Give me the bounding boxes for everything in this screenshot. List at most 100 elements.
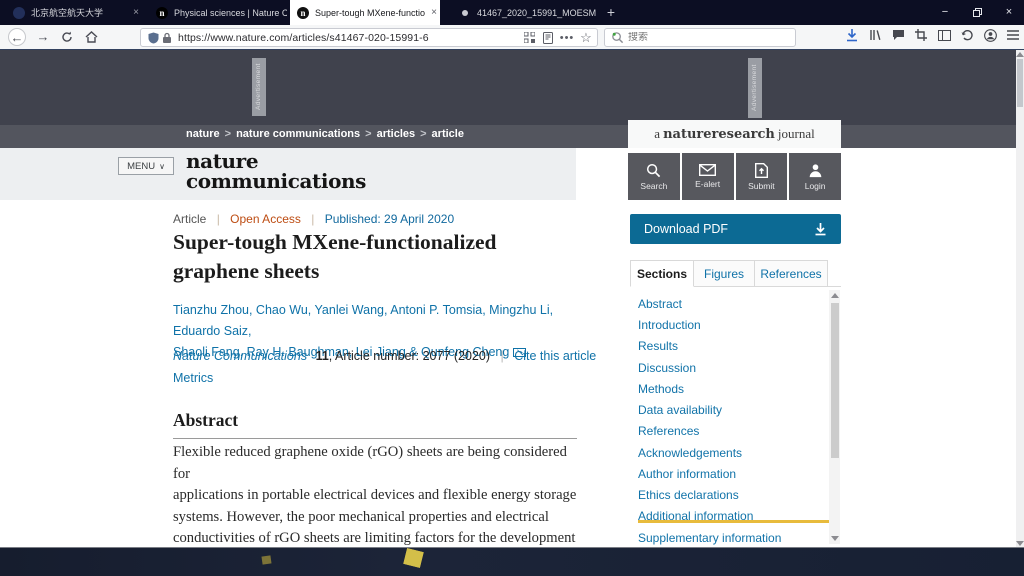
e-alert-button-label: E-alert [695,179,720,189]
window-minimize-button[interactable]: − [930,0,960,25]
advertisement-strip-right[interactable]: Advertisement [748,58,762,118]
section-link-acknowledgements[interactable]: Acknowledgements [638,446,742,460]
abstract-line: applications in portable electrical devi… [173,485,585,507]
search-input[interactable] [628,32,768,43]
page-actions-icon[interactable]: ••• [560,31,574,45]
tab-references[interactable]: References [755,260,828,287]
breadcrumb-separator: > [420,128,426,140]
breadcrumb-link-nature[interactable]: nature [186,128,220,140]
cite-this-article-link[interactable]: Cite this article [514,349,596,363]
e-alert-button[interactable]: E-alert [682,153,734,200]
undo-history-icon[interactable] [960,28,974,42]
scrollbar-thumb[interactable] [1017,59,1023,107]
search-button[interactable]: Search [628,153,680,200]
nature-communications-logo[interactable]: nature communications [186,151,366,191]
browser-tab-buaa[interactable]: 北京航空航天大学 × [6,0,146,25]
section-link-introduction[interactable]: Introduction [638,318,701,332]
section-link-methods[interactable]: Methods [638,382,684,396]
breadcrumb-link-article[interactable]: article [432,128,464,140]
menu-hamburger-icon[interactable] [1006,28,1020,42]
advertisement-strip-left[interactable]: Advertisement [252,58,266,116]
screenshot-crop-icon[interactable] [914,28,928,42]
breadcrumb-link-nature-communications[interactable]: nature communications [236,128,360,140]
chevron-down-icon: ∨ [159,162,165,171]
section-link-supplementary-information[interactable]: Supplementary information [638,531,781,545]
submit-button[interactable]: Submit [736,153,788,200]
person-icon [808,163,823,178]
metrics-link[interactable]: Metrics [173,371,213,385]
scroll-up-arrow[interactable] [1016,52,1024,57]
breadcrumb: nature>nature communications>articles>ar… [186,128,464,140]
sections-list: Abstract Introduction Results Discussion… [638,290,824,546]
abstract-text: Flexible reduced graphene oxide (rGO) sh… [173,442,585,548]
tracking-shield-icon[interactable] [146,31,160,45]
logo-line1: nature [186,151,366,171]
menu-button[interactable]: MENU ∨ [118,157,174,175]
reader-mode-icon[interactable] [541,31,555,45]
section-link-ethics-declarations[interactable]: Ethics declarations [638,488,739,502]
downloads-icon[interactable] [845,28,859,42]
back-button[interactable]: ← [8,28,26,46]
page-viewport: Advertisement Advertisement nature > natur… [0,50,1024,548]
tab-close-icon[interactable]: × [431,7,437,18]
page-scrollbar[interactable] [1016,50,1024,548]
tab-close-icon[interactable]: × [133,7,139,18]
nature-favicon: n [297,7,309,19]
url-text[interactable]: https://www.nature.com/articles/s41467-0… [178,32,429,44]
account-icon[interactable] [983,28,997,42]
banner-prefix: a [654,126,660,142]
breadcrumb-link-articles[interactable]: articles [377,128,416,140]
section-link-results[interactable]: Results [638,339,678,353]
article-title: Super-tough MXene-functionalized graphen… [173,228,593,286]
banner-suffix: journal [778,126,815,142]
section-link-discussion[interactable]: Discussion [638,361,696,375]
browser-tab-physical-sciences[interactable]: n Physical sciences | Nature Co × [149,0,287,25]
scroll-down-arrow[interactable] [1016,541,1024,546]
sidebar-toggle-icon[interactable] [937,28,951,42]
sections-scrollbar[interactable] [829,290,840,544]
abstract-line: conductivities of rGO sheets are limitin… [173,528,585,548]
scroll-up-arrow[interactable] [831,293,839,298]
tab-figures[interactable]: Figures [694,260,755,287]
login-button[interactable]: Login [789,153,841,200]
window-close-button[interactable]: × [994,0,1024,25]
journal-link[interactable]: Nature Communications [173,349,307,363]
browser-tab-active-article[interactable]: n Super-tough MXene-functio × [290,0,440,25]
section-link-abstract[interactable]: Abstract [638,297,682,311]
qr-scan-icon[interactable] [522,31,536,45]
messages-icon[interactable] [891,28,905,42]
section-link-references[interactable]: References [638,424,699,438]
open-access-label: Open Access [230,212,301,226]
bookmark-star-icon[interactable]: ☆ [579,31,593,45]
search-icon [646,163,661,178]
forward-button[interactable]: → [34,28,52,46]
section-link-data-availability[interactable]: Data availability [638,403,722,417]
citation-line: Nature Communications 11, Article number… [173,349,596,363]
breadcrumb-separator: > [225,128,231,140]
browser-toolbar: ← → https://www.nature.com/articles/s414… [0,25,1024,50]
search-bar[interactable] [604,28,796,47]
lock-icon[interactable] [160,31,174,45]
reload-button[interactable] [58,28,76,46]
meta-separator: | [217,212,220,226]
window-restore-button[interactable] [962,0,992,25]
search-button-label: Search [640,181,667,191]
site-header-dark-band [0,50,1016,125]
new-tab-button[interactable]: + [602,3,620,21]
download-pdf-button[interactable]: Download PDF [630,214,841,244]
authors-line1[interactable]: Tianzhu Zhou, Chao Wu, Yanlei Wang, Anto… [173,300,593,342]
scroll-down-arrow[interactable] [831,536,839,541]
section-link-author-information[interactable]: Author information [638,467,736,481]
citation-separator: | [500,349,503,363]
url-bar[interactable]: https://www.nature.com/articles/s41467-0… [140,28,598,47]
toolbar-icon-row [845,28,1020,42]
browser-tab-supplement[interactable]: 41467_2020_15991_MOESM × [452,0,598,25]
library-icon[interactable] [868,28,882,42]
tab-sections[interactable]: Sections [630,260,694,287]
logo-line2: communications [186,171,366,191]
scrollbar-thumb[interactable] [831,303,839,458]
search-engine-icon [610,31,624,45]
generic-page-favicon [462,10,468,16]
article-number: , Article number: 2077 (2020) [329,349,490,363]
home-button[interactable] [82,28,100,46]
